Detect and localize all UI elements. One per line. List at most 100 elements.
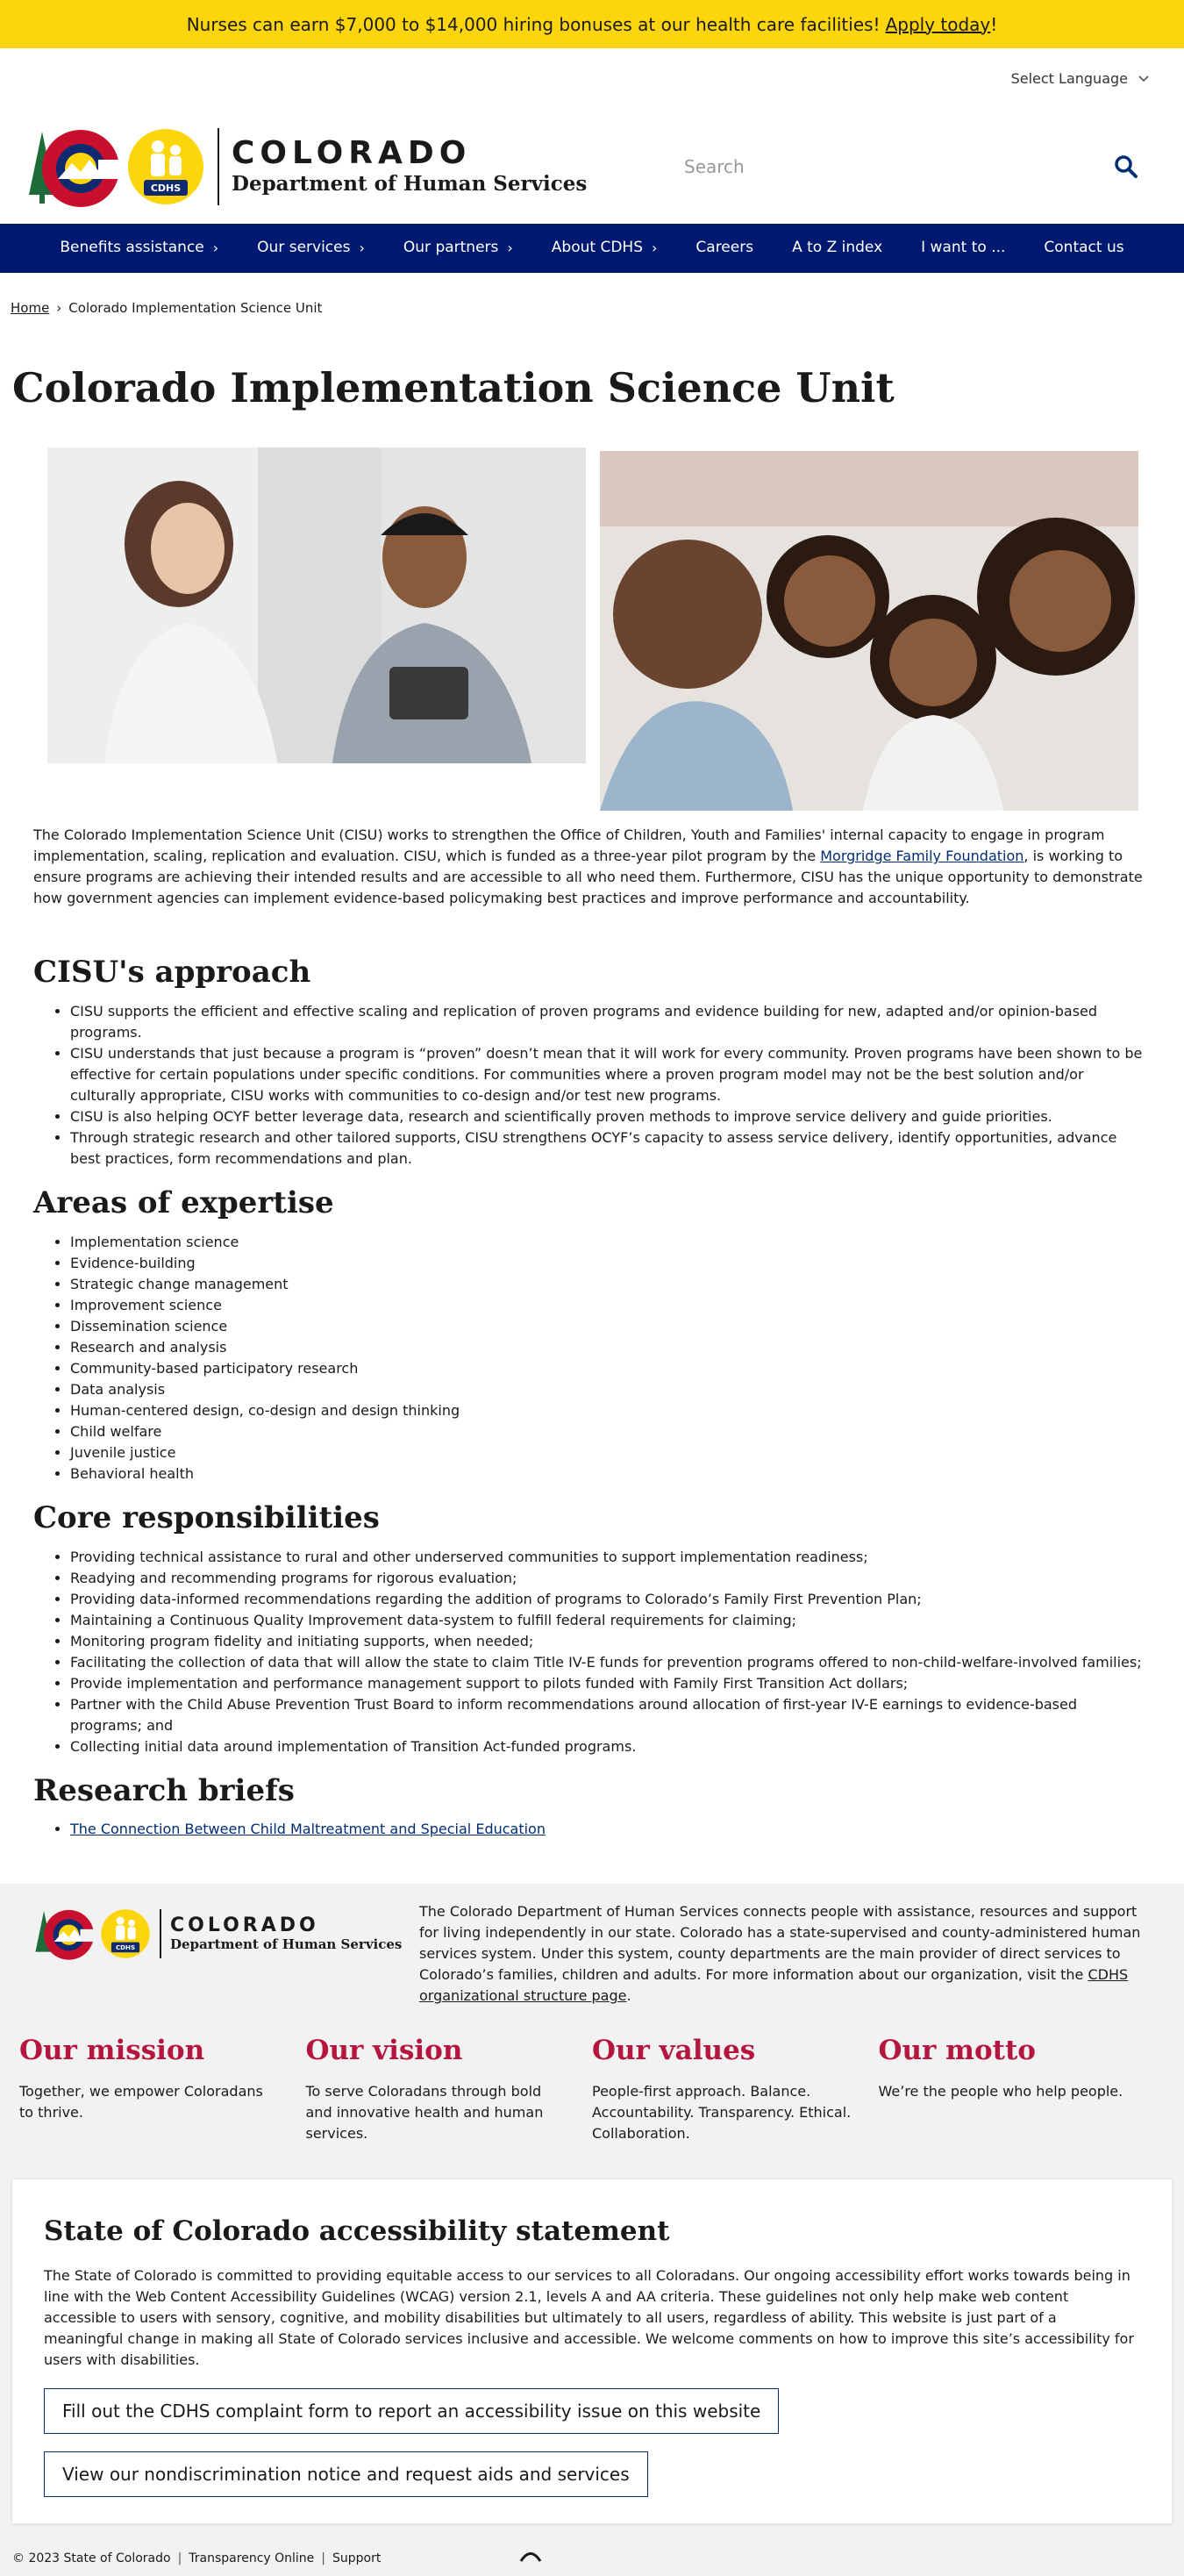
colorado-c-logo-icon	[35, 1910, 96, 1961]
nav-benefits-assistance[interactable]: Benefits assistance ›	[40, 237, 238, 260]
breadcrumb-separator: ›	[56, 299, 62, 316]
search-icon[interactable]	[1114, 154, 1138, 179]
list-item: Dissemination science	[70, 1316, 1151, 1337]
morgridge-family-foundation-link[interactable]: Morgridge Family Foundation	[820, 848, 1024, 864]
footer-cdhs-logo[interactable]: CDHS COLORADO Department of Human Servic…	[33, 1901, 419, 1961]
complaint-form-button[interactable]: Fill out the CDHS complaint form to repo…	[44, 2388, 780, 2435]
list-item: The Connection Between Child Maltreatmen…	[70, 1819, 1151, 1840]
list-item: Readying and recommending programs for r…	[70, 1568, 1151, 1589]
responsibilities-heading: Core responsibilities	[33, 1499, 380, 1535]
expertise-list: Implementation science Evidence-building…	[33, 1232, 1151, 1485]
colorado-c-logo-icon	[29, 130, 123, 207]
photo-family-lying-down	[600, 447, 1138, 812]
language-bar: Select Language	[0, 48, 1184, 110]
page-title: Colorado Implementation Science Unit	[12, 364, 895, 411]
nav-a-to-z-index[interactable]: A to Z index	[773, 237, 902, 260]
list-item: Human-centered design, co-design and des…	[70, 1400, 1151, 1421]
motto-heading: Our motto	[878, 2035, 1036, 2067]
photo-two-people-tablet	[47, 447, 586, 812]
breadcrumb-home-link[interactable]: Home	[11, 298, 49, 318]
footer-logo-title: COLORADO	[170, 1914, 319, 1936]
logo-divider	[160, 1909, 161, 1959]
list-item: Through strategic research and other tai…	[70, 1127, 1151, 1170]
values-section: Our mission Together, we empower Colorad…	[0, 2007, 1184, 2143]
alert-banner: Nurses can earn $7,000 to $14,000 hiring…	[0, 0, 1184, 48]
values-text: People-first approach. Balance. Accounta…	[592, 2082, 852, 2142]
list-item: Improvement science	[70, 1295, 1151, 1316]
breadcrumb: Home › Colorado Implementation Science U…	[0, 273, 1184, 343]
values-heading: Our values	[592, 2035, 756, 2067]
nav-i-want-to[interactable]: I want to ...	[902, 237, 1024, 260]
alert-suffix: !	[990, 13, 998, 35]
footer-logo-subtitle: Department of Human Services	[170, 1936, 403, 1952]
research-briefs-list: The Connection Between Child Maltreatmen…	[33, 1819, 1151, 1840]
cdhs-badge-icon: CDHS	[101, 1909, 150, 1959]
breadcrumb-current: Colorado Implementation Science Unit	[68, 299, 323, 316]
value-column: Our motto We’re the people who help peop…	[879, 2033, 1166, 2143]
accessibility-statement-card: State of Colorado accessibility statemen…	[12, 2179, 1172, 2524]
intro-paragraph: The Colorado Implementation Science Unit…	[33, 826, 1143, 907]
list-item: Provide implementation and performance m…	[70, 1673, 1151, 1694]
list-item: Behavioral health	[70, 1463, 1151, 1485]
footer-bottom-bar: © 2023 State of Colorado | Transparency …	[0, 2536, 1184, 2576]
language-label: Select Language	[1010, 70, 1128, 87]
vision-heading: Our vision	[305, 2035, 463, 2067]
footer-about-text: The Colorado Department of Human Service…	[419, 1903, 1141, 2005]
apply-today-link[interactable]: Apply today	[886, 11, 991, 38]
site-footer: CDHS COLORADO Department of Human Servic…	[0, 1884, 1184, 2576]
language-selector[interactable]: Select Language	[1011, 68, 1149, 89]
list-item: Providing data-informed recommendations …	[70, 1589, 1151, 1610]
value-column: Our vision To serve Coloradans through b…	[306, 2033, 593, 2143]
state-logo-icon	[519, 2550, 542, 2563]
site-header: CDHS COLORADO Department of Human Servic…	[0, 110, 1184, 224]
research-briefs-heading: Research briefs	[33, 1772, 295, 1808]
chevron-right-icon: ›	[652, 240, 658, 256]
accessibility-heading: State of Colorado accessibility statemen…	[44, 2215, 670, 2247]
nondiscrimination-notice-button[interactable]: View our nondiscrimination notice and re…	[44, 2451, 648, 2498]
expertise-heading: Areas of expertise	[33, 1184, 334, 1220]
main-content: CISU's approach CISU supports the effici…	[0, 955, 1184, 1840]
list-item: Facilitating the collection of data that…	[70, 1652, 1151, 1673]
chevron-right-icon: ›	[359, 240, 365, 256]
transparency-online-link[interactable]: Transparency Online	[189, 2550, 314, 2568]
logo-divider	[218, 128, 219, 205]
value-column: Our values People-first approach. Balanc…	[592, 2033, 879, 2143]
list-item: CISU supports the efficient and effectiv…	[70, 1001, 1151, 1043]
main-navigation: Benefits assistance › Our services › Our p…	[0, 224, 1184, 273]
motto-text: We’re the people who help people.	[878, 2082, 1123, 2100]
research-brief-link[interactable]: The Connection Between Child Maltreatmen…	[70, 1821, 546, 1837]
search-input[interactable]	[684, 156, 1052, 177]
vision-text: To serve Coloradans through bold and inn…	[305, 2082, 544, 2142]
approach-heading: CISU's approach	[33, 955, 311, 991]
cdhs-logo[interactable]: CDHS COLORADO Department of Human Servic…	[26, 125, 587, 209]
list-item: Data analysis	[70, 1379, 1151, 1400]
list-item: Research and analysis	[70, 1337, 1151, 1358]
search-box	[684, 154, 1149, 179]
nav-contact-us[interactable]: Contact us	[1024, 237, 1143, 260]
nav-our-services[interactable]: Our services ›	[238, 237, 384, 260]
list-item: CISU is also helping OCYF better leverag…	[70, 1106, 1151, 1127]
chevron-right-icon: ›	[212, 240, 219, 256]
logo-title: COLORADO	[232, 135, 472, 172]
logo-subtitle: Department of Human Services	[232, 171, 588, 196]
list-item: Providing technical assistance to rural …	[70, 1547, 1151, 1568]
approach-list: CISU supports the efficient and effectiv…	[33, 1001, 1151, 1170]
list-item: Maintaining a Continuous Quality Improve…	[70, 1610, 1151, 1631]
list-item: Monitoring program fidelity and initiati…	[70, 1631, 1151, 1652]
nav-careers[interactable]: Careers	[676, 237, 773, 260]
mission-text: Together, we empower Coloradans to thriv…	[19, 2082, 263, 2121]
mission-heading: Our mission	[19, 2035, 205, 2067]
support-link[interactable]: Support	[332, 2550, 381, 2568]
cdhs-badge-text: CDHS	[116, 1943, 135, 1951]
cdhs-badge-icon: CDHS	[128, 129, 203, 204]
nav-our-partners[interactable]: Our partners ›	[384, 237, 532, 260]
nav-about-cdhs[interactable]: About CDHS ›	[532, 237, 677, 260]
chevron-down-icon	[1138, 71, 1149, 87]
value-column: Our mission Together, we empower Colorad…	[19, 2033, 306, 2143]
list-item: Partner with the Child Abuse Prevention …	[70, 1694, 1151, 1736]
responsibilities-list: Providing technical assistance to rural …	[33, 1547, 1151, 1757]
list-item: CISU understands that just because a pro…	[70, 1043, 1151, 1106]
chevron-right-icon: ›	[507, 240, 513, 256]
list-item: Implementation science	[70, 1232, 1151, 1253]
list-item: Community-based participatory research	[70, 1358, 1151, 1379]
